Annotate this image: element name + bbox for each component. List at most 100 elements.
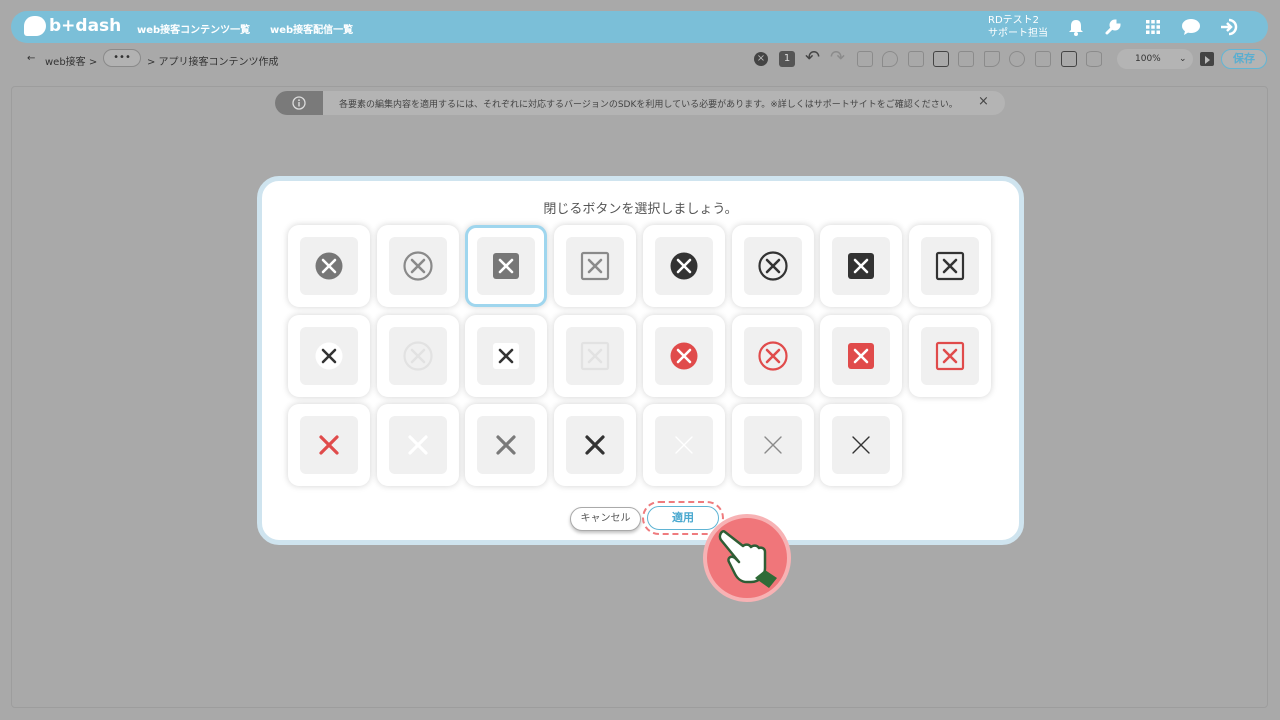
close-option-gray-filled-circle[interactable] (288, 225, 370, 307)
close-x-icon (319, 435, 339, 455)
redo-icon[interactable]: ↷ (830, 47, 845, 68)
close-option-dark-outline-circle[interactable] (732, 225, 814, 307)
close-option-gray-outline-square[interactable] (554, 225, 636, 307)
close-option-tile (655, 327, 713, 385)
database-tool-icon[interactable] (1086, 51, 1102, 67)
checkbox-tool-icon[interactable] (958, 51, 974, 67)
close-x-icon (403, 341, 433, 371)
expand-tool-icon[interactable] (908, 51, 924, 67)
image-tool-icon[interactable] (857, 51, 873, 67)
close-option-tile (300, 327, 358, 385)
close-option-white-thin-x[interactable] (643, 404, 725, 486)
breadcrumb-current: > アプリ接客コンテンツ作成 (147, 57, 279, 68)
close-option-tile (477, 416, 535, 474)
close-option-dark-thin-x[interactable] (820, 404, 902, 486)
nav-content-list[interactable]: web接客コンテンツ一覧 (137, 21, 250, 36)
nav-delivery-list[interactable]: web接客配信一覧 (270, 21, 353, 36)
table-tool-icon[interactable] (1061, 51, 1077, 67)
drop-tool-icon[interactable] (882, 51, 898, 67)
close-option-tile (566, 237, 624, 295)
back-arrow-icon[interactable]: ← (27, 53, 35, 64)
close-option-tile (921, 237, 979, 295)
save-button[interactable]: 保存 (1221, 49, 1267, 69)
close-option-tile (744, 327, 802, 385)
calendar-tool-icon[interactable] (1035, 51, 1051, 67)
close-x-icon (315, 342, 343, 370)
close-x-icon (758, 341, 788, 371)
close-option-red-filled-circle[interactable] (643, 315, 725, 397)
close-x-icon (408, 435, 428, 455)
close-x-icon (764, 436, 782, 454)
zoom-select[interactable]: 100% ⌄ (1117, 49, 1193, 69)
preview-play-icon[interactable] (1200, 52, 1214, 66)
close-option-red-filled-square[interactable] (820, 315, 902, 397)
close-option-dark-bold-x[interactable] (554, 404, 636, 486)
close-option-gray-thin-x[interactable] (732, 404, 814, 486)
close-option-dark-filled-circle[interactable] (643, 225, 725, 307)
layer-count-badge[interactable]: 1 (779, 51, 795, 67)
close-option-tile (566, 327, 624, 385)
close-option-tile (744, 237, 802, 295)
close-x-icon (852, 436, 870, 454)
close-option-tile (921, 327, 979, 385)
link-tool-icon[interactable] (1009, 51, 1025, 67)
chat-bubble-icon[interactable] (1181, 17, 1201, 37)
close-x-icon (670, 342, 698, 370)
chevron-down-icon: ⌄ (1179, 54, 1187, 64)
bell-icon[interactable] (1066, 17, 1086, 37)
close-x-icon (493, 343, 519, 369)
close-x-icon (758, 251, 788, 281)
pen-tool-icon[interactable] (984, 51, 1000, 67)
close-option-tile (389, 237, 447, 295)
close-option-white-bold-x[interactable] (377, 404, 459, 486)
wrench-icon[interactable] (1103, 17, 1123, 37)
close-option-dark-outline-square[interactable] (909, 225, 991, 307)
close-x-icon (585, 435, 605, 455)
close-option-gray-outline-circle[interactable] (377, 225, 459, 307)
close-option-dark-filled-square[interactable] (820, 225, 902, 307)
close-option-gray-filled-square[interactable] (465, 225, 547, 307)
app-header: b+dash web接客コンテンツ一覧 web接客配信一覧 RDテスト2 サポー… (11, 11, 1268, 43)
group-tool-icon[interactable] (933, 51, 949, 67)
close-option-white-filled-square[interactable] (465, 315, 547, 397)
logo-bubble-icon (24, 16, 46, 36)
close-option-white-outline-square[interactable] (554, 315, 636, 397)
close-option-tile (389, 327, 447, 385)
undo-icon[interactable]: ↶ (805, 47, 820, 68)
close-option-white-outline-circle[interactable] (377, 315, 459, 397)
close-option-tile (655, 237, 713, 295)
close-x-icon (670, 252, 698, 280)
close-x-icon (848, 253, 874, 279)
cancel-button[interactable]: キャンセル (570, 507, 641, 531)
logout-icon[interactable] (1219, 17, 1239, 37)
apps-grid-icon[interactable] (1143, 17, 1163, 37)
close-option-red-outline-circle[interactable] (732, 315, 814, 397)
clear-icon[interactable]: × (754, 52, 768, 66)
close-option-white-filled-circle[interactable] (288, 315, 370, 397)
user-info[interactable]: RDテスト2 サポート担当 (988, 14, 1048, 40)
close-option-tile (300, 237, 358, 295)
zoom-value: 100% (1135, 54, 1161, 64)
close-icon[interactable]: × (978, 94, 989, 109)
breadcrumb-more-button[interactable]: ••• (103, 49, 141, 67)
close-option-tile (655, 416, 713, 474)
close-option-tile (832, 327, 890, 385)
close-option-red-outline-square[interactable] (909, 315, 991, 397)
breadcrumb-bar: ← web接客 > ••• > アプリ接客コンテンツ作成 (11, 46, 1268, 74)
app-logo[interactable]: b+dash (24, 16, 121, 36)
close-x-icon (403, 251, 433, 281)
logo-text: b+dash (49, 16, 122, 36)
close-option-tile (566, 416, 624, 474)
close-button-picker-modal: 閉じるボタンを選択しましょう。 キャンセル 適用 (257, 176, 1024, 545)
breadcrumb-root[interactable]: web接客 > (45, 53, 97, 68)
info-icon (275, 91, 323, 115)
sdk-notice-banner: 各要素の編集内容を適用するには、それぞれに対応するバージョンのSDKを利用してい… (275, 91, 1005, 115)
close-x-icon (848, 343, 874, 369)
close-option-tile (477, 237, 535, 295)
pointing-hand-icon (703, 514, 791, 602)
close-option-tile (744, 416, 802, 474)
close-option-gray-bold-x[interactable] (465, 404, 547, 486)
close-option-tile (300, 416, 358, 474)
close-option-red-bold-x[interactable] (288, 404, 370, 486)
notice-text: 各要素の編集内容を適用するには、それぞれに対応するバージョンのSDKを利用してい… (339, 100, 958, 110)
